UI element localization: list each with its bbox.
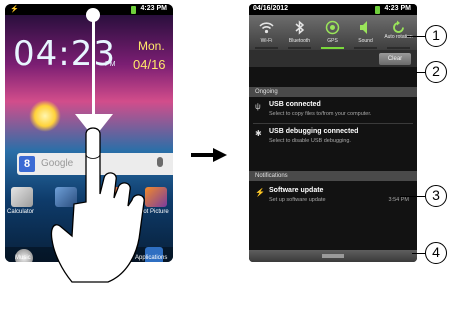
hand-icon <box>50 127 145 283</box>
calculator-label: Calculator <box>7 209 35 215</box>
quick-setting-bluetooth[interactable]: Bluetooth <box>283 15 316 50</box>
notification-title: USB debugging connected <box>269 128 359 135</box>
notification-subtitle: Select to copy files to/from your comput… <box>269 111 372 117</box>
callout-3: 3 <box>425 185 447 207</box>
figure-root: ⚡ 4:23 PM 04:23 PM Mon. 04/16 8 Google C… <box>0 0 464 319</box>
quick-setting-indicator <box>288 47 311 49</box>
clock-time: 04:23 <box>13 34 116 74</box>
clear-row: Clear <box>249 50 417 67</box>
quick-setting-label: Bluetooth <box>288 38 311 44</box>
callout-leader <box>412 253 425 254</box>
quick-setting-label: Sound <box>358 38 373 44</box>
quick-setting-indicator <box>321 47 344 49</box>
notification-title: USB connected <box>269 101 321 108</box>
clock-date: 04/16 <box>133 57 166 72</box>
quick-setting-wifi[interactable]: Wi-Fi <box>250 15 283 50</box>
update-icon: ⚡ <box>255 188 265 197</box>
clear-button[interactable]: Clear <box>379 53 411 65</box>
quick-setting-indicator <box>255 47 278 49</box>
status-time: 4:23 PM <box>140 5 167 12</box>
wifi-icon <box>258 19 275 36</box>
gps-icon <box>324 19 341 36</box>
battery-icon <box>131 6 136 14</box>
clock-day: Mon. <box>138 39 165 53</box>
bluetooth-icon <box>291 19 308 36</box>
swipe-start-dot <box>86 8 100 22</box>
ongoing-header: Ongoing <box>249 87 417 97</box>
notification-panel-phone: 04/16/2012 4:23 PM Wi-Fi Bluetooth GPS S… <box>249 4 417 262</box>
battery-icon <box>375 6 380 14</box>
quick-setting-indicator <box>387 47 410 49</box>
quick-setting-label: Wi-Fi <box>260 38 273 44</box>
notification-title: Software update <box>269 187 324 194</box>
status-date: 04/16/2012 <box>253 5 289 12</box>
callout-1: 1 <box>425 25 447 47</box>
callout-leader <box>407 36 425 37</box>
grip-icon <box>322 254 344 256</box>
quick-setting-label: GPS <box>327 38 338 44</box>
divider <box>253 123 413 124</box>
quick-setting-sound[interactable]: Sound <box>349 15 382 50</box>
usb-icon: ψ <box>255 102 261 111</box>
status-bar: 04/16/2012 4:23 PM <box>249 4 417 15</box>
sound-icon <box>357 19 374 36</box>
usb-icon: ⚡ <box>10 6 19 13</box>
notification-time: 3:54 PM <box>388 197 409 203</box>
debug-icon: ✱ <box>255 129 262 138</box>
google-logo-icon: 8 <box>19 156 35 172</box>
status-time: 4:23 PM <box>384 5 411 12</box>
notifications-header: Notifications <box>249 171 417 181</box>
callout-leader <box>400 196 425 197</box>
calculator-app-icon[interactable] <box>11 187 33 207</box>
quick-setting-gps[interactable]: GPS <box>316 15 349 50</box>
panel-drag-handle[interactable] <box>249 250 417 262</box>
callout-2: 2 <box>425 61 447 83</box>
callout-4: 4 <box>425 242 447 264</box>
notification-subtitle: Select to disable USB debugging. <box>269 138 351 144</box>
right-arrow-icon <box>191 148 227 162</box>
music-label: Music <box>15 255 31 261</box>
notification-software-update[interactable]: ⚡ Software update Set up software update… <box>249 184 417 208</box>
notification-usb-debugging[interactable]: ✱ USB debugging connected Select to disa… <box>249 125 417 149</box>
clock-ampm: PM <box>105 61 116 68</box>
notification-usb-connected[interactable]: ψ USB connected Select to copy files to/… <box>249 98 417 122</box>
callout-leader <box>416 72 425 73</box>
quick-setting-indicator <box>354 47 377 49</box>
quick-setting-auto-rotation[interactable]: Auto rotation <box>382 15 415 50</box>
quick-settings-row: Wi-Fi Bluetooth GPS Sound Auto rotation <box>249 15 417 50</box>
notification-subtitle: Set up software update <box>269 197 326 203</box>
